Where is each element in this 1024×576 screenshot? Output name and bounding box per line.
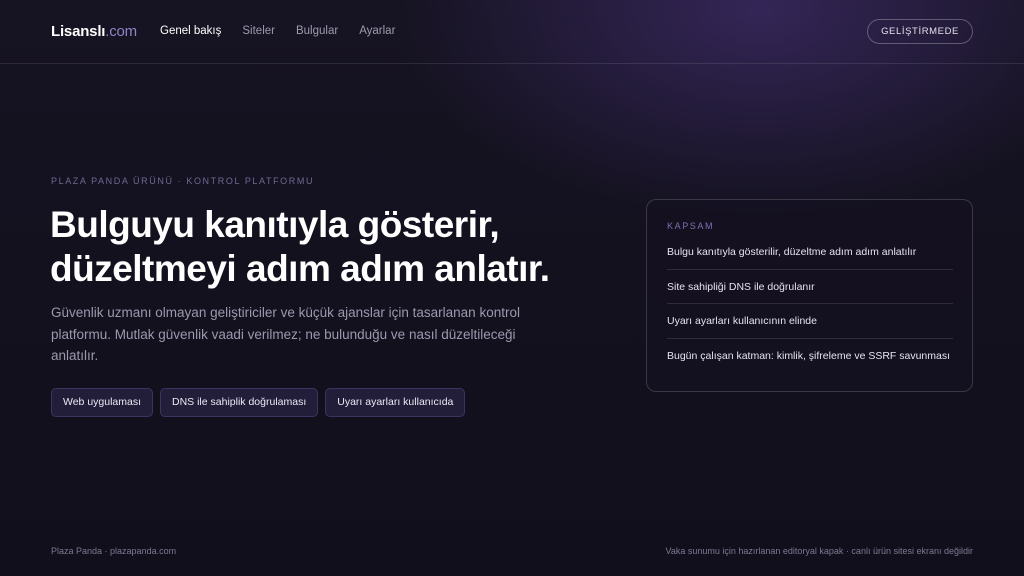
status-badge: GELİŞTİRMEDE [867, 19, 973, 44]
top-header: Lisanslı.com Genel bakış Siteler Bulgula… [0, 0, 1024, 64]
nav-item-overview[interactable]: Genel bakış [160, 25, 221, 37]
brand-suffix: .com [105, 23, 137, 40]
brand-name: Lisanslı [51, 23, 106, 40]
scope-item: Bulgu kanıtıyla gösterilir, düzeltme adı… [667, 235, 953, 270]
brand-logo[interactable]: Lisanslı.com [51, 23, 137, 40]
page-title: Bulguyu kanıtıyla gösterir, düzeltmeyi a… [50, 203, 630, 291]
headline-line-1: Bulguyu kanıtıyla gösterir, [50, 204, 500, 245]
nav-item-sites[interactable]: Siteler [242, 25, 275, 37]
scope-item: Uyarı ayarları kullanıcının elinde [667, 304, 953, 339]
tag-alert-settings: Uyarı ayarları kullanıcıda [325, 388, 466, 417]
hero-description: Güvenlik uzmanı olmayan geliştiriciler v… [51, 305, 520, 363]
hero-eyebrow: PLAZA PANDA ÜRÜNÜ · KONTROL PLATFORMU [51, 176, 315, 186]
feature-tags: Web uygulaması DNS ile sahiplik doğrulam… [51, 388, 466, 417]
nav-item-findings[interactable]: Bulgular [296, 25, 338, 37]
scope-card: KAPSAM Bulgu kanıtıyla gösterilir, düzel… [646, 199, 973, 392]
nav-item-settings[interactable]: Ayarlar [359, 25, 395, 37]
tag-dns-verification: DNS ile sahiplik doğrulaması [160, 388, 319, 417]
headline-line-2: düzeltmeyi adım adım anlatır. [50, 248, 550, 289]
scope-list: Bulgu kanıtıyla gösterilir, düzeltme adı… [667, 235, 953, 373]
scope-item: Site sahipliği DNS ile doğrulanır [667, 270, 953, 304]
footer-disclaimer: Vaka sunumu için hazırlanan editoryal ka… [665, 546, 974, 556]
main-nav: Genel bakış Siteler Bulgular Ayarlar [160, 25, 416, 37]
scope-card-title: KAPSAM [667, 221, 715, 231]
tag-web-app: Web uygulaması [51, 388, 154, 417]
footer-credit: Plaza Panda · plazapanda.com [51, 546, 177, 556]
scope-item: Bugün çalışan katman: kimlik, şifreleme … [667, 349, 951, 362]
